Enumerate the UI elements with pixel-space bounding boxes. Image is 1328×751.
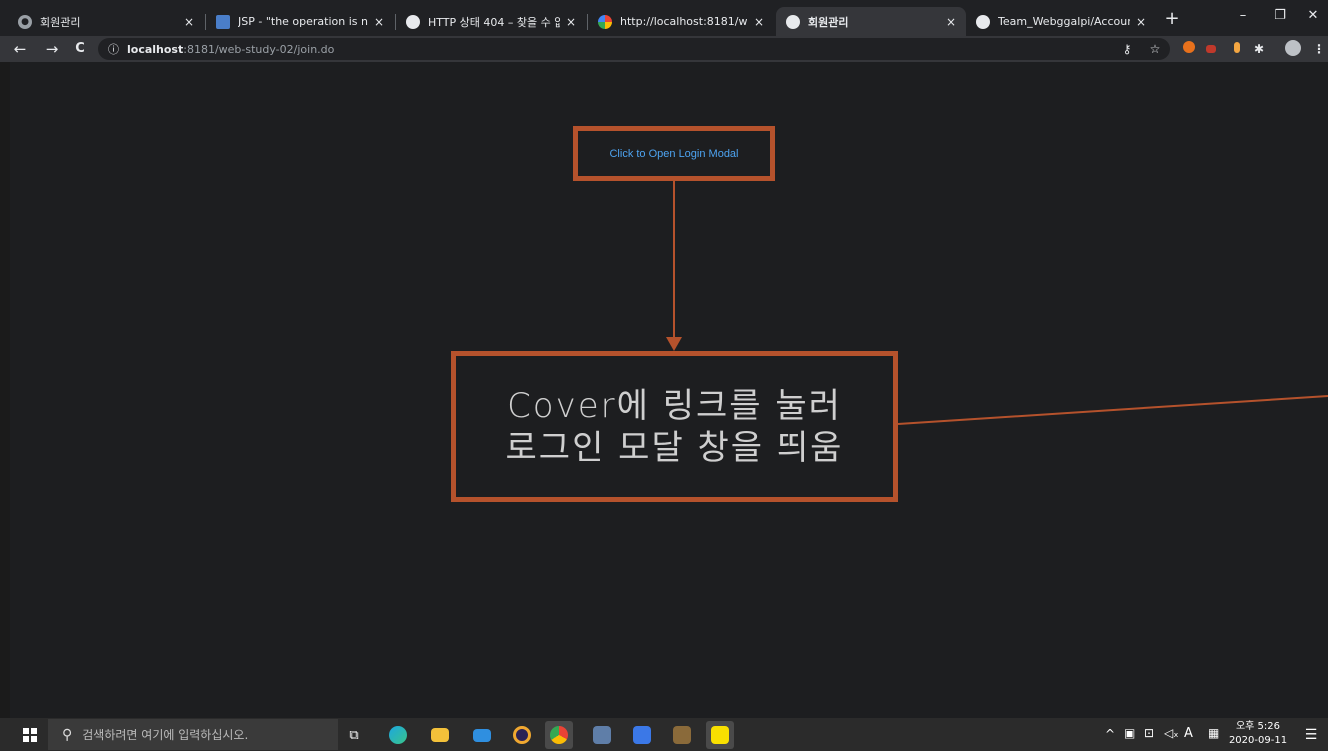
browser-toolbar: ← → C ⓘ localhost :8181/web-study-02/joi… (0, 36, 1328, 62)
file-explorer-icon[interactable] (426, 721, 454, 749)
browser-tab-strip: ● 회원관리 × JSP - "the operation is not ap … (0, 0, 1328, 36)
close-icon[interactable]: × (754, 15, 764, 29)
tab-title: 회원관리 (40, 15, 81, 29)
app-icon[interactable] (588, 721, 616, 749)
volume-muted-icon[interactable]: ◁ₓ (1164, 726, 1179, 740)
task-view-icon[interactable]: ⧉ (340, 721, 368, 749)
tab-title: 회원관리 (808, 15, 849, 29)
network-icon[interactable]: ⊡ (1144, 726, 1154, 740)
clock-date: 2020-09-11 (1228, 735, 1288, 746)
callout-line-1: Cover에 링크를 눌러 (507, 385, 842, 426)
open-login-modal-link[interactable]: Click to Open Login Modal (609, 148, 738, 160)
tab-jsp[interactable]: JSP - "the operation is not ap × (206, 7, 394, 36)
close-icon[interactable]: × (184, 15, 194, 29)
site-icon (216, 14, 230, 29)
taskbar-clock[interactable]: 오후 5:26 2020-09-11 (1228, 720, 1288, 748)
tab-member-management-1[interactable]: ● 회원관리 × (8, 7, 204, 36)
extension-icon[interactable] (1180, 40, 1198, 58)
globe-icon: ● (18, 14, 32, 29)
star-icon[interactable]: ☆ (1146, 40, 1164, 58)
github-icon (976, 14, 990, 29)
tray-app-icon[interactable]: ▣ (1124, 726, 1135, 740)
extension-icon[interactable] (1228, 40, 1246, 58)
extension-icon[interactable] (1202, 40, 1220, 58)
new-tab-button[interactable]: + (1162, 9, 1182, 29)
profile-avatar[interactable] (1284, 40, 1302, 58)
puzzle-icon[interactable]: ✱ (1250, 40, 1268, 58)
tab-title: HTTP 상태 404 – 찾을 수 없음 (428, 15, 560, 29)
screen: ● 회원관리 × JSP - "the operation is not ap … (0, 0, 1328, 751)
tab-member-management-active[interactable]: 회원관리 × (776, 7, 966, 36)
kakaotalk-icon[interactable] (706, 721, 734, 749)
tab-localhost[interactable]: http://localhost:8181/web-stu × (588, 7, 774, 36)
chrome-icon[interactable] (545, 721, 573, 749)
forward-button[interactable]: → (42, 39, 62, 59)
mail-icon[interactable] (468, 721, 496, 749)
clock-time: 오후 5:26 (1235, 721, 1281, 732)
windows-taskbar: ⚲ 검색하려면 여기에 입력하십시오. ⧉ ^ ▣ ⊡ ◁ₓ A ▦ 오후 5:… (0, 718, 1328, 751)
url-host: localhost (127, 42, 184, 56)
site-info-icon[interactable]: ⓘ (108, 41, 119, 57)
close-icon[interactable]: × (1136, 15, 1146, 29)
globe-icon (406, 14, 420, 29)
back-button[interactable]: ← (10, 39, 30, 59)
key-icon[interactable]: ⚷ (1118, 40, 1136, 58)
restore-button[interactable]: ❐ (1270, 8, 1290, 23)
callout-line-2: 로그인 모달 창을 띄움 (505, 427, 844, 468)
close-icon[interactable]: × (566, 15, 576, 29)
edge-icon[interactable] (384, 721, 412, 749)
start-button[interactable] (12, 718, 48, 751)
close-icon[interactable]: × (374, 15, 384, 29)
annotation-callout: Cover에 링크를 눌러 로그인 모달 창을 띄움 (451, 351, 898, 502)
windows-icon (23, 727, 37, 742)
tab-title: JSP - "the operation is not ap (238, 15, 368, 28)
close-icon[interactable]: × (946, 15, 956, 29)
tab-github[interactable]: Team_Webggalpi/AccountVO × (966, 7, 1156, 36)
reload-button[interactable]: C (70, 39, 90, 59)
tab-title: http://localhost:8181/web-stu (620, 15, 748, 28)
open-login-modal-box: Click to Open Login Modal (573, 126, 775, 181)
menu-icon[interactable]: ⋮ (1310, 40, 1328, 58)
app-icon[interactable] (628, 721, 656, 749)
game-icon[interactable] (668, 721, 696, 749)
ime-mode[interactable]: A (1184, 726, 1193, 741)
search-icon: ⚲ (62, 726, 73, 743)
window-close-button[interactable]: ✕ (1303, 8, 1323, 23)
eclipse-icon[interactable] (508, 721, 536, 749)
tab-http-404[interactable]: HTTP 상태 404 – 찾을 수 없음 × (396, 7, 586, 36)
tab-title: Team_Webggalpi/AccountVO (998, 15, 1130, 28)
notification-center-icon[interactable]: ☰ (1297, 721, 1325, 749)
google-icon (598, 14, 612, 29)
url-path: :8181/web-study-02/join.do (183, 42, 335, 56)
tray-chevron-icon[interactable]: ^ (1105, 727, 1115, 741)
minimize-button[interactable]: – (1233, 8, 1253, 23)
hangul-ime-icon[interactable]: ▦ (1208, 726, 1219, 740)
taskbar-search-box[interactable]: ⚲ 검색하려면 여기에 입력하십시오. (48, 719, 338, 750)
address-bar[interactable]: ⓘ localhost :8181/web-study-02/join.do (98, 38, 1170, 60)
taskbar-search-placeholder: 검색하려면 여기에 입력하십시오. (82, 728, 249, 742)
globe-icon (786, 14, 800, 29)
